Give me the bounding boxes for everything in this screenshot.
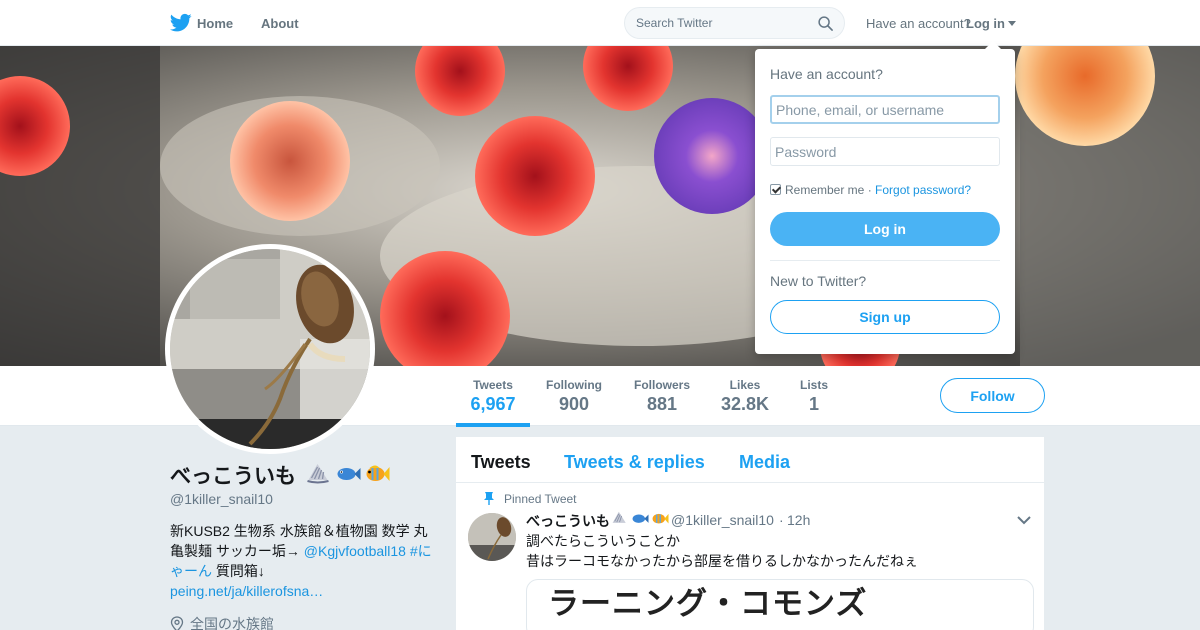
stat-value: 900 [558,394,590,414]
stat-tweets[interactable]: Tweets 6,967 [467,378,519,415]
spiral-shell-icon [307,464,329,484]
active-tab-underline [456,423,530,427]
search-box [624,7,845,39]
profile-location: 全国の水族館 [170,614,274,630]
snail-photo [170,249,370,449]
stat-label: Likes [729,378,761,392]
tab-tweets[interactable]: Tweets [471,452,531,473]
location-pin-icon [170,616,184,630]
stat-value: 6,967 [470,394,516,414]
tweet-separator: · [779,512,784,528]
remember-me-checkbox[interactable] [770,184,781,195]
caret-down-icon[interactable] [1008,21,1016,26]
tweet-media-text: ラーニング・コモンズ [548,586,868,621]
top-navbar: Home About Have an account? Log in [0,0,1200,46]
stat-value: 32.8K [720,394,770,414]
twitter-bird-icon[interactable] [170,13,192,33]
tweet-author-handle[interactable]: @1killer_snail10 [671,512,774,528]
profile-name: べっこういも [170,465,296,488]
bio-text-2: 質問箱↓ [212,563,265,579]
remember-me-label[interactable]: Remember me [785,183,864,197]
stat-label: Followers [633,378,690,392]
fish-icon [337,468,361,480]
pin-icon [484,492,494,505]
profile-avatar[interactable] [165,244,375,454]
have-account-text: Have an account? [866,16,971,31]
pinned-tweet-label: Pinned Tweet [484,492,577,506]
spiral-shell-icon [612,511,626,523]
tropical-fish-icon [366,465,390,481]
pinned-text: Pinned Tweet [504,492,577,506]
tab-media[interactable]: Media [739,452,790,473]
chevron-down-icon[interactable] [1017,515,1031,525]
search-input[interactable] [636,14,806,32]
tweet-author-emojis [610,509,669,527]
stat-followers[interactable]: Followers 881 [631,378,693,415]
tweet-text-line-2: 昔はラーコモなかったから部屋を借りるしかなかったんだねぇ [526,553,918,569]
separator-dot: · [864,183,876,197]
profile-name-emojis [305,460,390,486]
stat-label: Following [546,378,602,392]
tropical-fish-icon [652,513,669,524]
stat-label: Tweets [473,378,513,392]
stat-value: 881 [646,394,678,414]
login-dropdown-title: Have an account? [770,66,883,82]
follow-button[interactable]: Follow [940,378,1045,413]
remember-me-row: Remember me · Forgot password? [770,183,971,197]
username-field[interactable] [770,95,1000,124]
tweet-timestamp[interactable]: 12h [787,512,810,528]
fish-icon [632,514,649,523]
stat-lists[interactable]: Lists 1 [797,378,831,415]
nav-about-link[interactable]: About [261,16,299,31]
signup-button[interactable]: Sign up [770,300,1000,334]
login-dropdown-toggle[interactable]: Log in [966,16,1005,31]
stat-likes[interactable]: Likes 32.8K [718,378,772,415]
profile-bio: 新KUSB2 生物系 水族館＆植物園 数学 丸亀製麺 サッカー垢→ @Kgjvf… [170,521,435,601]
timeline-panel: Tweets Tweets & replies Media Pinned Twe… [456,437,1044,630]
forgot-password-link[interactable]: Forgot password? [875,183,971,197]
tweet-avatar[interactable] [468,513,516,561]
tweet-text-line-1: 調べたらこういうことか [526,533,680,549]
location-text: 全国の水族館 [190,616,274,630]
new-to-twitter-text: New to Twitter? [770,273,867,289]
tab-tweets-and-replies[interactable]: Tweets & replies [564,452,705,473]
tweet-media-card[interactable]: ラーニング・コモンズ [526,579,1034,630]
timeline-tabs: Tweets Tweets & replies Media [456,437,1044,483]
password-field[interactable] [770,137,1000,166]
login-dropdown: Have an account? Remember me · Forgot pa… [755,41,1015,354]
nav-home-link[interactable]: Home [197,16,233,31]
stat-label: Lists [799,378,828,392]
login-button[interactable]: Log in [770,212,1000,246]
bio-url-link[interactable]: peing.net/ja/killerofsna… [170,583,323,599]
tweet-author-name[interactable]: べっこういも [526,511,610,531]
search-icon[interactable] [818,16,833,31]
stat-following[interactable]: Following 900 [543,378,605,415]
profile-handle[interactable]: @1killer_snail10 [170,491,273,507]
dropdown-divider [770,260,1000,261]
dropdown-arrow [985,41,1001,49]
stat-value: 1 [808,394,819,414]
